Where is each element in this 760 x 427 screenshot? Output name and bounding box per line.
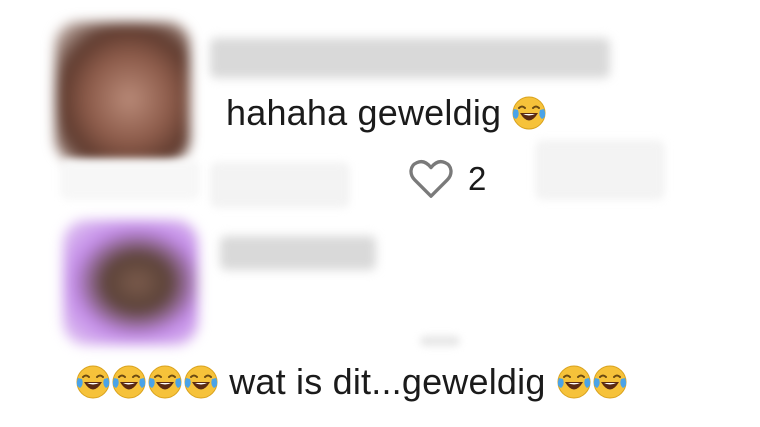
comment-text: hahaha geweldig xyxy=(226,92,547,134)
blurred-element xyxy=(210,162,350,208)
tears-of-joy-emoji-icon xyxy=(147,364,183,400)
like-button[interactable]: 2 xyxy=(408,158,486,200)
username-blurred[interactable] xyxy=(220,236,376,270)
tears-of-joy-emoji-icon xyxy=(183,364,219,400)
tears-of-joy-emoji-icon xyxy=(511,95,547,131)
comment-text: wat is dit...geweldig xyxy=(75,361,628,403)
tears-of-joy-emoji-icon xyxy=(111,364,147,400)
comment-body: wat is dit...geweldig xyxy=(229,361,546,402)
heart-outline-icon[interactable] xyxy=(408,158,454,200)
tears-of-joy-emoji-icon xyxy=(592,364,628,400)
tears-of-joy-emoji-icon xyxy=(556,364,592,400)
comment-body: hahaha geweldig xyxy=(226,92,502,133)
blurred-element xyxy=(535,140,665,200)
blurred-element xyxy=(60,160,200,200)
blurred-element xyxy=(420,336,460,346)
avatar[interactable] xyxy=(63,220,198,345)
username-blurred[interactable] xyxy=(210,38,610,78)
like-count: 2 xyxy=(468,160,487,197)
avatar[interactable] xyxy=(55,22,190,162)
tears-of-joy-emoji-icon xyxy=(75,364,111,400)
